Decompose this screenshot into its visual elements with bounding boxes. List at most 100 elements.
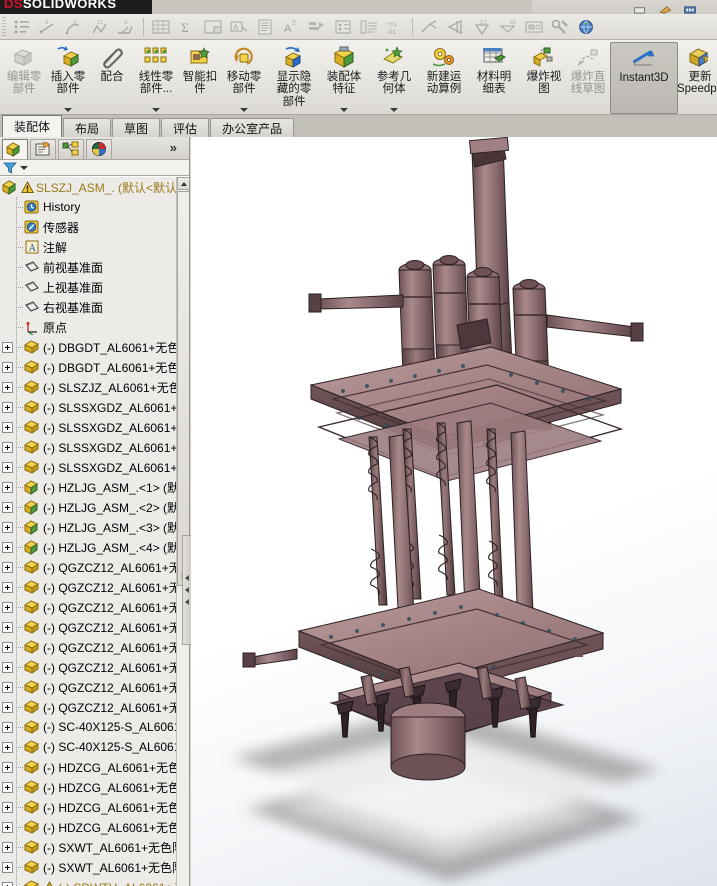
tree-filter-bar[interactable] [0, 159, 189, 176]
ribbon-button-assembly-feature[interactable]: 装配体特征 [322, 42, 366, 114]
tree-vertical-scrollbar[interactable]: ≡ [176, 177, 189, 886]
tree-item[interactable]: (-) HDZCG_AL6061+无色 [0, 757, 176, 777]
feature-manager-tab-strip[interactable]: » [0, 137, 189, 159]
weld-table-icon[interactable] [305, 16, 329, 38]
blocks-icon[interactable] [522, 16, 546, 38]
tree-root-item[interactable]: SLSZJ_ASM_. (默认<默认 [0, 177, 176, 197]
configuration-manager-tab[interactable] [58, 138, 84, 159]
expand-toggle-icon[interactable] [2, 781, 13, 793]
expand-toggle-icon[interactable] [2, 641, 13, 653]
ribbon-button-show-hidden-components[interactable]: 显示隐藏的零部件 [272, 42, 316, 114]
ribbon-button-explode-line-sketch[interactable]: 爆炸直线草图 [566, 42, 610, 114]
expand-toggle-icon[interactable] [2, 741, 13, 753]
bom-list-icon[interactable] [10, 16, 34, 38]
tree-item[interactable]: (-) QGZCZ12_AL6061+无 [0, 617, 176, 637]
feature-tree[interactable]: SLSZJ_ASM_. (默认<默认 History 传感器 A 注解 前视基准面 上视基准… [0, 176, 189, 886]
ribbon-button-edit-component[interactable]: 编辑零部件 [2, 42, 46, 114]
tree-item[interactable]: (-) QGZCZ12_AL6061+无 [0, 557, 176, 577]
display-manager-tab[interactable] [86, 138, 112, 159]
notes-list-icon[interactable] [253, 16, 277, 38]
expand-toggle-icon[interactable] [2, 761, 13, 773]
graphics-area[interactable] [191, 137, 717, 886]
chevron-down-icon[interactable] [152, 108, 160, 112]
tree-item[interactable]: (-) SXWT_AL6061+无色限 [0, 837, 176, 857]
arc-dimension-icon[interactable]: 3 [62, 16, 86, 38]
property-manager-tab[interactable] [30, 138, 56, 159]
tree-item[interactable]: (-) HZLJG_ASM_.<4> (默 [0, 537, 176, 557]
expand-toggle-icon[interactable] [2, 721, 13, 733]
scroll-thumb[interactable]: ≡ [177, 191, 189, 586]
revision-table-icon[interactable] [357, 16, 381, 38]
tree-item[interactable]: (-) SC-40X125-S_AL6061 [0, 717, 176, 737]
tolerance-icon[interactable]: +01 -01 [383, 16, 407, 38]
restore-icon[interactable] [632, 5, 648, 14]
tree-item[interactable]: (-) QGZCZ12_AL6061+无 [0, 697, 176, 717]
expand-panel-button[interactable]: » [170, 140, 177, 155]
tree-item[interactable]: (-) DBGDT_AL6061+无色 [0, 337, 176, 357]
ribbon-button-insert-component[interactable]: 插入零部件 [46, 42, 90, 114]
expand-toggle-icon[interactable] [2, 461, 13, 473]
centerline-icon[interactable]: 20 [496, 16, 520, 38]
tree-item[interactable]: (-) SXWT_AL6061+无色限 [0, 857, 176, 877]
expand-toggle-icon[interactable] [2, 701, 13, 713]
tree-item[interactable]: (-) HDZCG_AL6061+无色 [0, 777, 176, 797]
expand-toggle-icon[interactable] [2, 861, 13, 873]
toolbar-grip[interactable] [2, 16, 6, 37]
scroll-up-button[interactable] [177, 177, 189, 190]
tab-assembly[interactable]: 装配体 [2, 115, 63, 137]
note-balloon-icon[interactable]: A [227, 16, 251, 38]
tab-evaluate[interactable]: 评估 [161, 118, 210, 137]
tree-item[interactable]: (-) HZLJG_ASM_.<3> (默 [0, 517, 176, 537]
expand-toggle-icon[interactable] [2, 661, 13, 673]
tree-item[interactable]: (-) SDWTH_AL6061+ラ [0, 877, 176, 886]
command-manager-tabs[interactable]: 装配体 布局 草图 评估 办公室产品 [0, 115, 717, 137]
ribbon-button-exploded-view[interactable]: 爆炸视图 [522, 42, 566, 114]
chevron-down-icon[interactable] [20, 165, 28, 170]
expand-toggle-icon[interactable] [2, 881, 13, 886]
filter-funnel-icon[interactable] [3, 161, 17, 174]
path-dimension-icon[interactable]: 12 [88, 16, 112, 38]
tree-item[interactable]: 传感器 [0, 217, 176, 237]
tree-item[interactable]: (-) HDZCG_AL6061+无色 [0, 797, 176, 817]
ribbon-button-move-component[interactable]: 移动零部件 [222, 42, 266, 114]
expand-toggle-icon[interactable] [2, 541, 13, 553]
tree-item[interactable]: (-) SLSSXGDZ_AL6061+ラ [0, 417, 176, 437]
model-3d-assembly[interactable] [191, 137, 717, 886]
tree-item[interactable]: (-) SLSSXGDZ_AL6061+ラ [0, 457, 176, 477]
tree-item[interactable]: 原点 [0, 317, 176, 337]
tree-item[interactable]: (-) HDZCG_AL6061+无色 [0, 817, 176, 837]
tree-item[interactable]: 上视基准面 [0, 277, 176, 297]
chevron-down-icon[interactable] [340, 108, 348, 112]
tree-item[interactable]: (-) QGZCZ12_AL6061+无 [0, 677, 176, 697]
ribbon-button-reference-geometry[interactable]: 参考几何体 [372, 42, 416, 114]
design-table-icon[interactable] [201, 16, 225, 38]
expand-toggle-icon[interactable] [2, 621, 13, 633]
tree-item[interactable]: (-) DBGDT_AL6061+无色 [0, 357, 176, 377]
ribbon-button-update-speedpak[interactable]: ! 更新 Speedpa [677, 42, 717, 114]
assembly-ribbon[interactable]: 编辑零部件 插入零部件 配合 线性零部件... 智能扣件 移动零部件 显示隐藏的… [0, 40, 717, 115]
expand-toggle-icon[interactable] [2, 341, 13, 353]
tree-item[interactable]: (-) QGZCZ12_AL6061+无 [0, 637, 176, 657]
expand-toggle-icon[interactable] [2, 501, 13, 513]
tree-item[interactable]: 右视基准面 [0, 297, 176, 317]
tree-item[interactable]: 前视基准面 [0, 257, 176, 277]
expand-toggle-icon[interactable] [2, 381, 13, 393]
tree-item[interactable]: (-) HZLJG_ASM_.<2> (默 [0, 497, 176, 517]
chevron-down-icon[interactable] [64, 108, 72, 112]
chamfer-dimension-icon[interactable]: 3 [114, 16, 138, 38]
expand-toggle-icon[interactable] [2, 601, 13, 613]
pin-icon[interactable] [657, 5, 673, 14]
feature-manager-panel[interactable]: » SLSZJ_ASM_. (默认<默认 History 传感器 A 注解 前视基准面 上视… [0, 137, 190, 886]
tab-layout[interactable]: 布局 [63, 118, 112, 137]
ribbon-button-smart-fastener[interactable]: 智能扣件 [178, 42, 222, 114]
feature-manager-tab[interactable] [2, 138, 28, 159]
tree-item[interactable]: A 注解 [0, 237, 176, 257]
tree-item[interactable]: (-) SLSSXGDZ_AL6061+ラ [0, 437, 176, 457]
tree-item[interactable]: History [0, 197, 176, 217]
tree-item[interactable]: (-) HZLJG_ASM_.<1> (默 [0, 477, 176, 497]
chevron-down-icon[interactable] [390, 108, 398, 112]
tree-item[interactable]: (-) QGZCZ12_AL6061+无 [0, 657, 176, 677]
table-icon[interactable] [149, 16, 173, 38]
sigma-total-icon[interactable]: Σ [175, 16, 199, 38]
hole-table-icon[interactable] [331, 16, 355, 38]
